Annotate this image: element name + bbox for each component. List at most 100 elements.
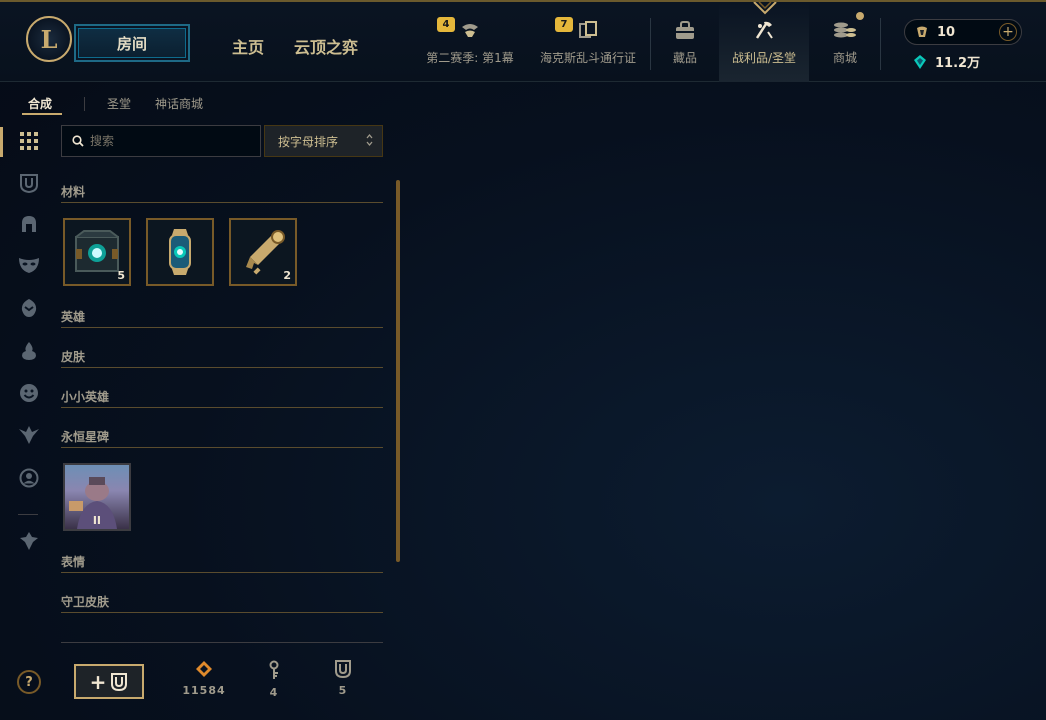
smile-icon xyxy=(20,384,38,402)
search-box[interactable] xyxy=(61,125,261,157)
buy-rp-button[interactable]: + xyxy=(999,23,1017,41)
chests-amount: 5 xyxy=(338,684,348,697)
category-label: 皮肤 xyxy=(61,350,86,364)
rp-icon xyxy=(917,26,927,37)
collection-icon-wrap xyxy=(673,16,697,44)
top-bar: L 房间 主页 云顶之弈 4 第二赛季: 第1幕 7 海克斯乱斗通行证 藏品 战… xyxy=(0,0,1046,82)
active-tab-underline xyxy=(22,113,62,115)
loot-tile-hextech-key[interactable]: 2 xyxy=(229,218,297,286)
sort-label: 按字母排序 xyxy=(278,134,339,149)
sort-chevron-icon xyxy=(366,133,373,147)
loot-icon xyxy=(755,21,773,39)
tab-crafting-label: 合成 xyxy=(28,97,53,111)
little-legend-icon xyxy=(21,299,37,317)
filter-little-legends-icon[interactable] xyxy=(16,295,42,321)
item-count: 2 xyxy=(283,269,291,282)
category-emotes[interactable]: 表情 xyxy=(61,551,383,573)
store-label: 商城 xyxy=(832,51,857,65)
filter-champions-icon[interactable] xyxy=(16,211,42,237)
category-label: 表情 xyxy=(61,555,86,569)
add-chest-button[interactable]: + xyxy=(74,664,144,699)
key-icon xyxy=(269,660,279,679)
main-nav: 主页 云顶之弈 xyxy=(232,34,358,58)
league-logo[interactable]: L xyxy=(26,16,72,62)
store-notification-dot xyxy=(856,12,864,20)
subnav-divider xyxy=(84,96,86,111)
category-little-legends[interactable]: 小小英雄 xyxy=(61,386,383,408)
loot-tile-capsule[interactable] xyxy=(146,218,214,286)
tab-mythic-shop[interactable]: 神话商城 xyxy=(155,95,203,112)
orange-essence-amount: 11584 xyxy=(182,684,226,697)
blue-essence-amount: 11.2万 xyxy=(935,56,981,71)
loot-subnav: 合成 圣堂 神话商城 xyxy=(22,95,203,115)
season-icon-wrap: 4 xyxy=(437,16,481,44)
pass-label: 海克斯乱斗通行证 xyxy=(539,51,636,65)
nav-event-pass[interactable]: 7 海克斯乱斗通行证 xyxy=(538,16,638,80)
category-label: 守卫皮肤 xyxy=(61,595,110,609)
chest-icon xyxy=(335,660,351,678)
nav-season[interactable]: 4 第二赛季: 第1幕 xyxy=(420,16,520,80)
sort-dropdown[interactable]: 按字母排序 xyxy=(264,125,383,157)
filter-eternals-icon[interactable] xyxy=(16,338,42,364)
search-input[interactable] xyxy=(90,134,250,148)
category-champions[interactable]: 英雄 xyxy=(61,306,383,328)
list-divider xyxy=(61,642,383,643)
keys-amount: 4 xyxy=(269,686,279,699)
orange-essence-icon xyxy=(196,661,212,677)
crest-icon xyxy=(20,532,38,550)
filter-ward-skins-icon[interactable] xyxy=(16,422,42,448)
pass-badge: 7 xyxy=(555,17,573,32)
nav-tft[interactable]: 云顶之弈 xyxy=(294,34,358,58)
capsule-icon xyxy=(169,229,191,275)
season-badge: 4 xyxy=(437,17,455,32)
nav-store[interactable]: 商城 xyxy=(822,12,868,80)
rp-amount: 10 xyxy=(937,24,956,40)
pass-icon xyxy=(579,21,597,38)
hextech-chest-icon xyxy=(75,230,119,272)
category-skins[interactable]: 皮肤 xyxy=(61,346,383,368)
filter-all-icon[interactable] xyxy=(16,128,42,154)
flame-icon xyxy=(22,342,36,360)
store-icon xyxy=(834,22,856,38)
helmet-icon xyxy=(22,216,36,232)
key-icon xyxy=(246,230,285,275)
filter-icons-icon[interactable] xyxy=(16,465,42,491)
loot-label: 战利品/圣堂 xyxy=(731,51,797,65)
filter-skins-icon[interactable] xyxy=(16,252,42,278)
rail-divider xyxy=(18,514,38,515)
grid-icon xyxy=(20,132,38,150)
tab-sanctum[interactable]: 圣堂 xyxy=(107,95,131,112)
loot-icon-wrap xyxy=(752,16,776,44)
blue-essence-wallet: 11.2万 xyxy=(914,52,980,71)
eternal-tier-label: II xyxy=(92,514,101,527)
category-label: 小小英雄 xyxy=(61,390,110,404)
active-tab-caret-icon xyxy=(753,2,777,15)
nav-collection[interactable]: 藏品 xyxy=(662,16,708,80)
collection-icon xyxy=(676,21,694,39)
category-label: 永恒星碑 xyxy=(61,430,110,444)
mask-icon xyxy=(19,258,39,273)
filter-other-icon[interactable] xyxy=(16,528,42,554)
filter-emotes-icon[interactable] xyxy=(16,380,42,406)
tab-crafting[interactable]: 合成 xyxy=(22,95,62,115)
collection-label: 藏品 xyxy=(672,51,697,65)
item-count: 5 xyxy=(117,269,125,282)
play-button[interactable]: 房间 xyxy=(74,24,190,62)
category-label: 英雄 xyxy=(61,310,86,324)
loot-tile-eternal[interactable]: II xyxy=(63,463,131,531)
filter-chests-icon[interactable] xyxy=(16,170,42,196)
ward-icon xyxy=(19,426,39,444)
help-button[interactable]: ? xyxy=(17,670,41,694)
loot-tile-hextech-chest[interactable]: 5 xyxy=(63,218,131,286)
category-label: 材料 xyxy=(61,185,86,199)
category-ward-skins[interactable]: 守卫皮肤 xyxy=(61,591,383,613)
store-icon-wrap xyxy=(832,12,864,44)
blue-essence-icon xyxy=(914,54,926,69)
category-materials[interactable]: 材料 xyxy=(61,181,383,203)
nav-divider xyxy=(650,18,651,70)
nav-home[interactable]: 主页 xyxy=(232,34,264,58)
keys-stat: 4 xyxy=(244,660,304,699)
loot-scrollbar[interactable] xyxy=(396,180,400,562)
rp-wallet[interactable]: 10 + xyxy=(904,19,1022,45)
category-eternals[interactable]: 永恒星碑 xyxy=(61,426,383,448)
